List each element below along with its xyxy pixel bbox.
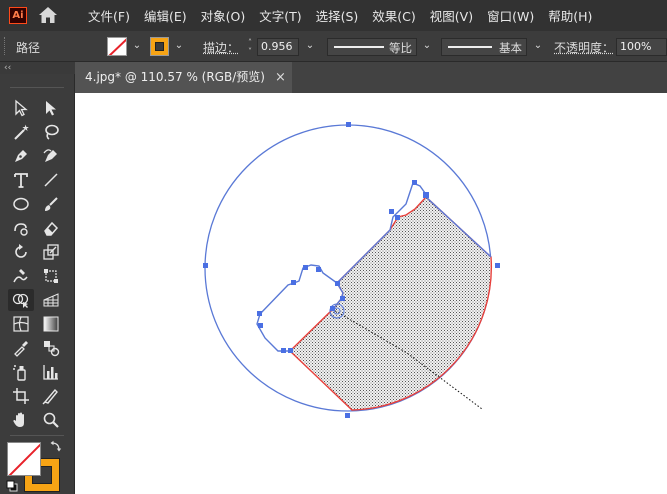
brush-label: 基本 [499,41,522,55]
toolbar-collapse-icon[interactable]: ‹‹ [4,62,11,74]
opacity-input[interactable]: 100% [616,38,667,56]
stroke-dropdown-arrow[interactable]: ⌄ [172,39,186,53]
artwork [203,122,500,418]
type-tool-icon[interactable] [9,169,33,191]
stroke-weight-input[interactable]: 0.956 [257,38,299,56]
warp-tool-icon[interactable] [9,265,33,287]
stroke-weight-dropdown[interactable]: ⌄ [303,39,317,53]
selection-type-label: 路径 [16,41,41,55]
gradient-tool-icon[interactable] [39,313,63,335]
control-bar-grip[interactable] [4,37,7,55]
hand-tool-icon[interactable] [9,409,33,431]
profile-dropdown[interactable]: ⌄ [420,39,434,53]
menu-file[interactable]: 文件(F) [88,6,130,25]
mesh-tool-icon[interactable] [9,313,33,335]
home-icon[interactable] [38,6,58,24]
opacity-label[interactable]: 不透明度： [554,39,614,56]
selection-tool-icon[interactable] [9,97,33,119]
app-logo: Ai [9,7,27,24]
slice-tool-icon[interactable] [39,385,63,407]
lasso-tool-icon[interactable] [39,121,63,143]
control-bar: 路径 ⌄ ⌄ 描边： ˄ ˅ 0.956 ⌄ 等比 ⌄ 基本 ⌄ 不透明度： 10… [0,31,667,62]
blend-tool-icon[interactable] [39,337,63,359]
rotate-tool-icon[interactable] [9,241,33,263]
menu-select[interactable]: 选择(S) [316,6,359,25]
curvature-tool-icon[interactable] [39,145,63,167]
swap-fill-stroke-icon[interactable] [50,440,62,452]
line-segment-tool-icon[interactable] [39,169,63,191]
perspective-grid-tool-icon[interactable] [39,289,63,311]
document-tab-bar: 4.jpg* @ 110.57 % (RGB/预览) × [75,62,667,93]
stroke-label[interactable]: 描边： [203,39,239,56]
menu-edit[interactable]: 编辑(E) [144,6,187,25]
tools-panel [0,74,75,494]
paintbrush-tool-icon[interactable] [39,193,63,215]
menu-window[interactable]: 窗口(W) [487,6,534,25]
symbol-sprayer-tool-icon[interactable] [9,361,33,383]
none-color-icon [8,443,40,475]
menu-view[interactable]: 视图(V) [430,6,473,25]
fill-dropdown-arrow[interactable]: ⌄ [130,39,144,53]
menu-effect[interactable]: 效果(C) [372,6,415,25]
scale-tool-icon[interactable] [39,241,63,263]
magic-wand-tool-icon[interactable] [9,121,33,143]
document-tab[interactable]: 4.jpg* @ 110.57 % (RGB/预览) × [75,62,292,93]
menu-type[interactable]: 文字(T) [259,6,301,25]
menu-items: 文件(F) 编辑(E) 对象(O) 文字(T) 选择(S) 效果(C) 视图(V… [88,0,606,31]
artboard-tool-icon[interactable] [9,385,33,407]
menu-bar: Ai 文件(F) 编辑(E) 对象(O) 文字(T) 选择(S) 效果(C) 视… [0,0,667,31]
brush-definition[interactable]: 基本 [441,38,527,56]
shaper-tool-icon[interactable] [9,217,33,239]
ellipse-tool-icon[interactable] [9,193,33,215]
artboard-canvas[interactable] [75,93,667,494]
eraser-tool-icon[interactable] [39,217,63,239]
menu-object[interactable]: 对象(O) [201,6,246,25]
fill-color-proxy[interactable] [7,442,41,476]
column-graph-tool-icon[interactable] [39,361,63,383]
default-colors-icon[interactable] [6,480,18,492]
fill-color-swatch[interactable] [107,37,127,56]
profile-label: 等比 [389,41,412,55]
free-transform-tool-icon[interactable] [39,265,63,287]
shape-builder-tool-icon[interactable] [8,289,34,311]
zoom-tool-icon[interactable] [39,409,63,431]
pen-tool-icon[interactable] [9,145,33,167]
stroke-color-swatch[interactable] [150,37,169,56]
none-color-icon [108,38,126,55]
menu-help[interactable]: 帮助(H) [548,6,592,25]
direct-selection-tool-icon[interactable] [39,97,63,119]
brush-dropdown[interactable]: ⌄ [531,39,545,53]
document-tab-title: 4.jpg* @ 110.57 % (RGB/预览) [85,70,265,84]
eyedropper-tool-icon[interactable] [9,337,33,359]
close-tab-icon[interactable]: × [275,62,289,93]
stroke-weight-stepper[interactable]: ˄ ˅ [244,38,256,56]
toolbar-header[interactable] [0,62,75,74]
variable-width-profile[interactable]: 等比 [327,38,417,56]
